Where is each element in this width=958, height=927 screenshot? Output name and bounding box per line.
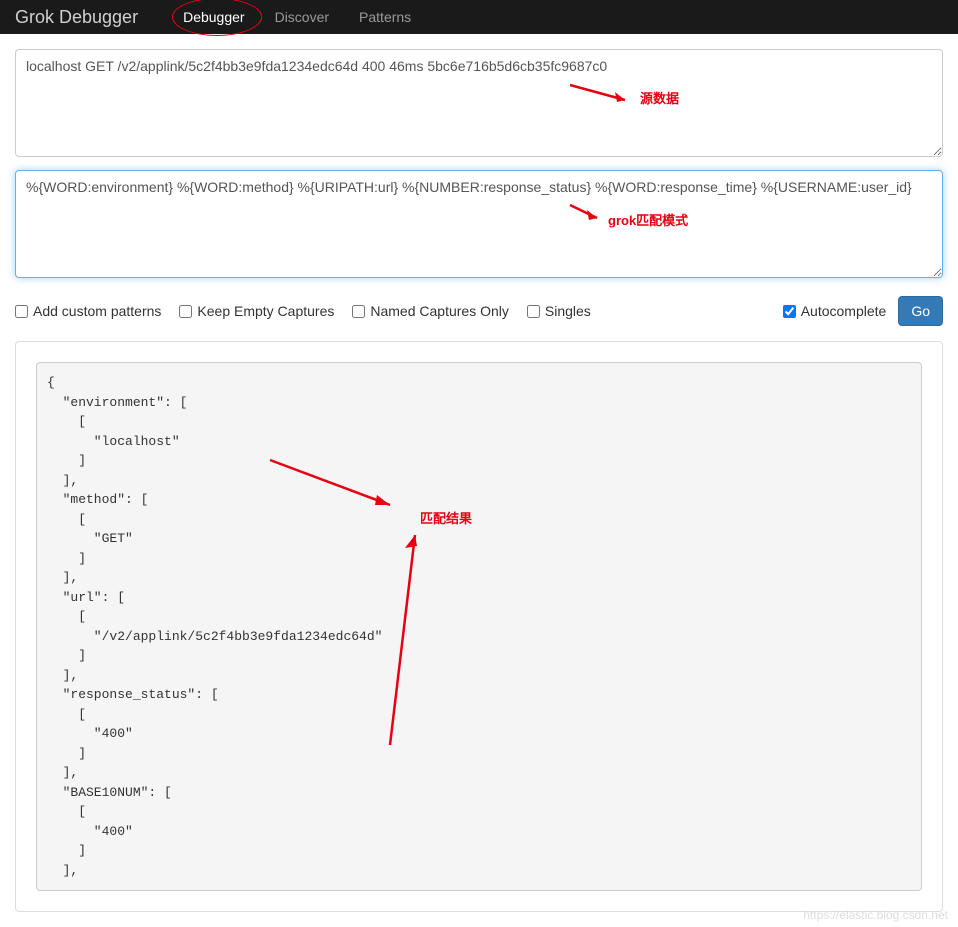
autocomplete-checkbox[interactable]: Autocomplete <box>783 303 887 319</box>
autocomplete-label: Autocomplete <box>801 303 887 319</box>
named-captures-only-input[interactable] <box>352 305 365 318</box>
tab-debugger[interactable]: Debugger <box>168 0 260 34</box>
source-data-input[interactable] <box>15 49 943 157</box>
navbar: Grok Debugger Debugger Discover Patterns <box>0 0 958 34</box>
singles-input[interactable] <box>527 305 540 318</box>
tab-patterns[interactable]: Patterns <box>344 0 426 34</box>
main-container: Add custom patterns Keep Empty Captures … <box>0 34 958 927</box>
add-custom-patterns-checkbox[interactable]: Add custom patterns <box>15 303 161 319</box>
result-output: { "environment": [ [ "localhost" ] ], "m… <box>36 362 922 891</box>
controls-right: Autocomplete Go <box>783 296 943 326</box>
autocomplete-input[interactable] <box>783 305 796 318</box>
result-panel: { "environment": [ [ "localhost" ] ], "m… <box>15 341 943 912</box>
nav-tabs: Debugger Discover Patterns <box>168 0 426 34</box>
tab-discover[interactable]: Discover <box>260 0 344 34</box>
singles-label: Singles <box>545 303 591 319</box>
watermark: https://elastic.blog.csdn.net <box>803 908 948 922</box>
add-custom-patterns-input[interactable] <box>15 305 28 318</box>
keep-empty-captures-label: Keep Empty Captures <box>197 303 334 319</box>
grok-pattern-input[interactable] <box>15 170 943 278</box>
add-custom-patterns-label: Add custom patterns <box>33 303 161 319</box>
go-button[interactable]: Go <box>898 296 943 326</box>
keep-empty-captures-input[interactable] <box>179 305 192 318</box>
controls-left: Add custom patterns Keep Empty Captures … <box>15 303 591 319</box>
named-captures-only-checkbox[interactable]: Named Captures Only <box>352 303 509 319</box>
controls-row: Add custom patterns Keep Empty Captures … <box>15 291 943 341</box>
named-captures-only-label: Named Captures Only <box>370 303 509 319</box>
singles-checkbox[interactable]: Singles <box>527 303 591 319</box>
keep-empty-captures-checkbox[interactable]: Keep Empty Captures <box>179 303 334 319</box>
navbar-brand: Grok Debugger <box>15 7 138 28</box>
